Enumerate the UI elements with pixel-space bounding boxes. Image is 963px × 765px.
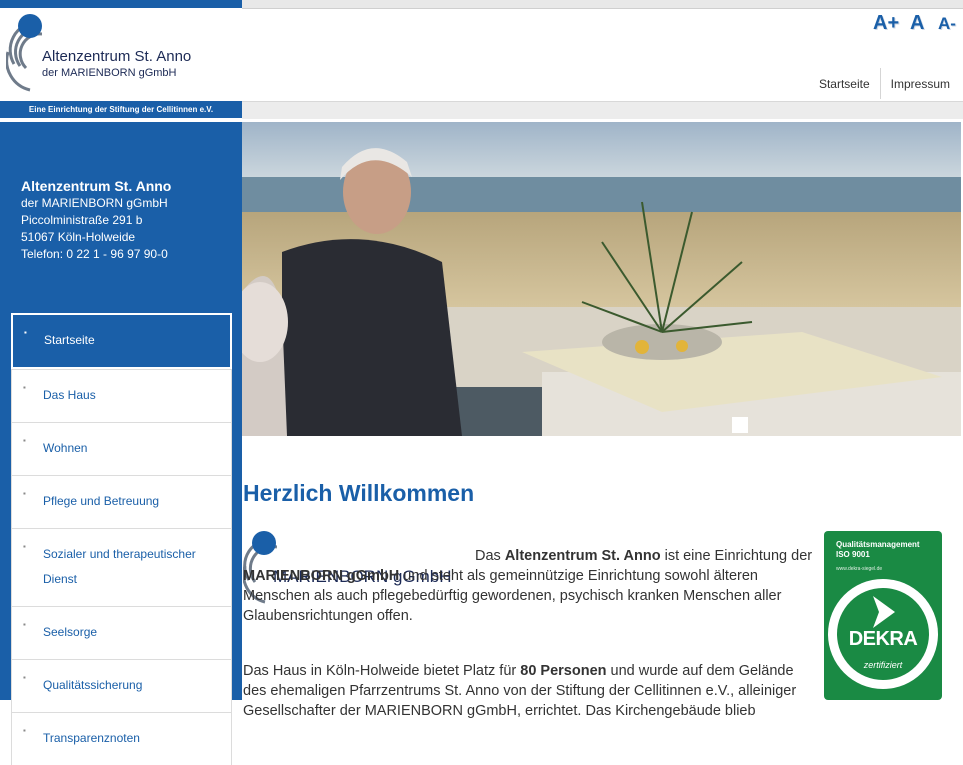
address-org: der MARIENBORN gGmbH bbox=[21, 196, 168, 210]
address-block: Altenzentrum St. Anno der MARIENBORN gGm… bbox=[21, 178, 171, 263]
font-normal-button[interactable]: A bbox=[910, 12, 924, 35]
dekra-arrow-icon bbox=[873, 596, 895, 628]
main-content: Herzlich Willkommen MARIENBORN gGmbH Das… bbox=[242, 480, 961, 719]
sidebar-item-label: Wohnen bbox=[43, 441, 88, 455]
header-grey-band bbox=[242, 101, 963, 119]
sidebar-item-label: Seelsorge bbox=[43, 625, 98, 639]
topnav-startseite[interactable]: Startseite bbox=[809, 68, 880, 99]
sidebar-item-pflege[interactable]: ▪ Pflege und Betreuung bbox=[11, 475, 232, 528]
font-decrease-button[interactable]: A- bbox=[938, 14, 956, 34]
logo-title: Altenzentrum St. Anno bbox=[42, 48, 192, 65]
house-paragraph: Das Haus in Köln-Holweide bietet Platz f… bbox=[243, 662, 797, 719]
font-increase-button[interactable]: A+ bbox=[873, 12, 899, 35]
sidebar-item-transparenznoten[interactable]: ▪ Transparenznoten bbox=[11, 712, 232, 765]
page-title: Herzlich Willkommen bbox=[243, 480, 475, 506]
bullet-icon: ▪ bbox=[24, 328, 27, 337]
sidebar-item-qualitaetssicherung[interactable]: ▪ Qualitätssicherung bbox=[11, 659, 232, 712]
sidebar-item-sozialer-dienst[interactable]: ▪ Sozialer und therapeutischer Dienst bbox=[11, 528, 232, 606]
dekra-url: www.dekra-siegel.de bbox=[836, 566, 883, 572]
logo-subtitle: der MARIENBORN gGmbH bbox=[42, 67, 177, 79]
bullet-icon: ▪ bbox=[23, 542, 26, 551]
sidebar-item-seelsorge[interactable]: ▪ Seelsorge bbox=[11, 606, 232, 659]
bullet-icon: ▪ bbox=[23, 673, 26, 682]
dekra-quality-label: Qualitätsmanagement ISO 9001 bbox=[836, 540, 920, 559]
sidebar-item-label: Qualitätssicherung bbox=[43, 678, 143, 692]
bullet-icon: ▪ bbox=[23, 489, 26, 498]
bullet-icon: ▪ bbox=[23, 383, 26, 392]
top-blue-strip bbox=[0, 0, 242, 8]
sidebar-nav: ▪ Startseite ▪ Das Haus ▪ Wohnen ▪ Pflege un… bbox=[11, 313, 232, 765]
hero-image bbox=[242, 122, 961, 436]
hero-photo bbox=[242, 122, 961, 436]
site-logo[interactable]: Altenzentrum St. Anno der MARIENBORN gGm… bbox=[6, 12, 242, 98]
sidebar-item-label: Sozialer und therapeutischer Dienst bbox=[43, 547, 196, 586]
sidebar-item-wohnen[interactable]: ▪ Wohnen bbox=[11, 422, 232, 475]
sidebar: Altenzentrum St. Anno der MARIENBORN gGm… bbox=[0, 122, 242, 765]
sidebar-item-label: Transparenznoten bbox=[43, 731, 140, 745]
stiftung-banner: Eine Einrichtung der Stiftung der Cellit… bbox=[0, 101, 242, 118]
dekra-circle: DEKRA zertifiziert bbox=[828, 579, 938, 689]
top-grey-strip bbox=[242, 0, 963, 9]
address-phone: Telefon: 0 22 1 - 96 97 90-0 bbox=[21, 247, 168, 261]
intro-paragraph: Das Altenzentrum St. Anno ist eine Einri… bbox=[243, 547, 813, 624]
sidebar-item-label: Pflege und Betreuung bbox=[43, 494, 160, 508]
top-navigation: Startseite Impressum bbox=[809, 68, 960, 99]
dekra-seal: Qualitätsmanagement ISO 9001 www.dekra-si… bbox=[824, 531, 942, 700]
sidebar-item-das-haus[interactable]: ▪ Das Haus bbox=[11, 369, 232, 422]
dekra-certified-label: zertifiziert bbox=[863, 660, 903, 670]
logo-mark-icon bbox=[6, 14, 42, 92]
bullet-icon: ▪ bbox=[23, 436, 26, 445]
address-street: Piccolministraße 291 b bbox=[21, 213, 143, 227]
bullet-icon: ▪ bbox=[23, 726, 26, 735]
sidebar-item-startseite[interactable]: ▪ Startseite bbox=[11, 313, 232, 369]
address-name: Altenzentrum St. Anno bbox=[21, 178, 172, 194]
bullet-icon: ▪ bbox=[23, 620, 26, 629]
sidebar-item-label: Startseite bbox=[44, 333, 95, 347]
address-city: 51067 Köln-Holweide bbox=[21, 230, 136, 244]
sidebar-item-label: Das Haus bbox=[43, 388, 96, 402]
topnav-impressum[interactable]: Impressum bbox=[879, 68, 960, 99]
dekra-wordmark: DEKRA bbox=[848, 628, 918, 650]
